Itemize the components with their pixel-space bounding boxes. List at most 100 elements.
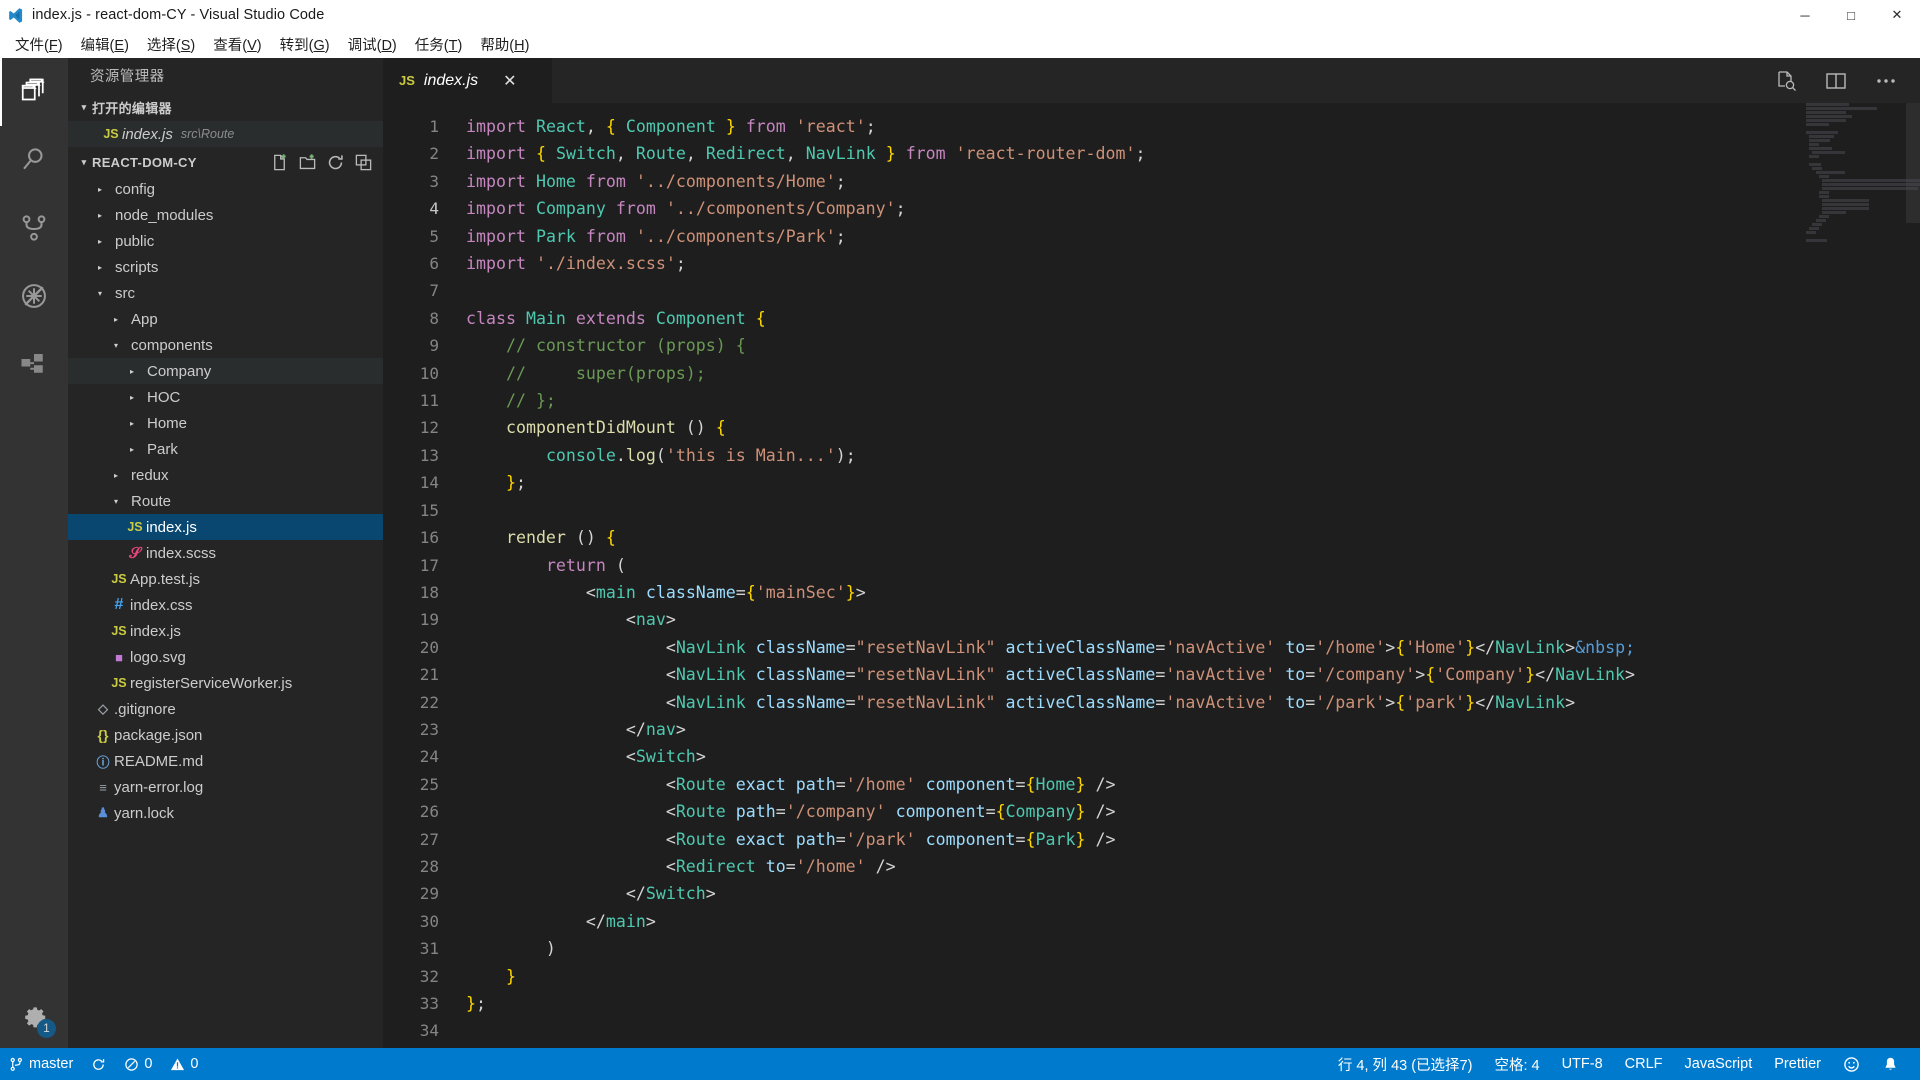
tree-folder-public[interactable]: ▸ public <box>68 228 383 254</box>
tree-folder-route[interactable]: ▾ Route <box>68 488 383 514</box>
tree-file-gitignore[interactable]: ◇ .gitignore <box>68 696 383 722</box>
tree-item-label: index.js <box>130 622 181 640</box>
chevron-down-icon: ▾ <box>81 101 87 112</box>
code-viewport[interactable]: 1 import React, { Component } from 'react… <box>383 103 1920 1048</box>
status-branch[interactable]: master <box>0 1048 82 1080</box>
menu-selection[interactable]: 选择(S) <box>138 31 204 58</box>
title-bar: index.js - react-dom-CY - Visual Studio … <box>0 0 1920 30</box>
status-indentation[interactable]: 空格: 4 <box>1483 1048 1550 1080</box>
editor-actions <box>1774 58 1920 103</box>
tree-file-yarn-lock[interactable]: ♟ yarn.lock <box>68 800 383 826</box>
minimap-line <box>1809 135 1835 138</box>
collapse-all-icon[interactable] <box>354 153 373 172</box>
tree-file-app-test-js[interactable]: JS App.test.js <box>68 566 383 592</box>
tree-folder-src[interactable]: ▾ src <box>68 280 383 306</box>
minimap-line <box>1809 227 1820 230</box>
close-icon[interactable]: ✕ <box>503 71 516 91</box>
close-button[interactable]: ✕ <box>1874 0 1920 30</box>
activitybar-extensions[interactable] <box>0 330 68 398</box>
status-warnings[interactable]: 0 <box>161 1048 207 1080</box>
tree-folder-app[interactable]: ▸ App <box>68 306 383 332</box>
tree-file-logo-svg[interactable]: ■ logo.svg <box>68 644 383 670</box>
minimap-line <box>1815 171 1845 174</box>
tree-item-label: index.css <box>130 596 193 614</box>
minimize-button[interactable]: ─ <box>1782 0 1828 30</box>
minimap-line <box>1806 107 1878 110</box>
minimap-line <box>1822 211 1847 214</box>
tree-file-index-js[interactable]: JS index.js <box>68 514 383 540</box>
menu-help[interactable]: 帮助(H) <box>471 31 538 58</box>
tree-file-index-js[interactable]: JS index.js <box>68 618 383 644</box>
md-file-icon: ⓘ <box>96 754 110 770</box>
tree-file-index-scss[interactable]: 𝒮index.scss <box>68 540 383 566</box>
tree-file-yarn-error-log[interactable]: ≡ yarn-error.log <box>68 774 383 800</box>
tree-folder-node-modules[interactable]: ▸ node_modules <box>68 202 383 228</box>
menu-file[interactable]: 文件(F) <box>6 31 72 58</box>
js-file-icon: JS <box>111 572 127 586</box>
minimap-line <box>1806 119 1846 122</box>
project-header[interactable]: ▾ REACT-DOM-CY <box>68 148 383 176</box>
tab-label: index.js <box>423 71 479 89</box>
tree-folder-home[interactable]: ▸ Home <box>68 410 383 436</box>
status-eol[interactable]: CRLF <box>1614 1048 1674 1080</box>
split-editor-preview-icon[interactable] <box>1774 69 1798 93</box>
status-language-mode[interactable]: JavaScript <box>1674 1048 1764 1080</box>
tree-folder-company[interactable]: ▸ Company <box>68 358 383 384</box>
settings-badge: 1 <box>37 1019 56 1038</box>
tree-item-label: config <box>115 180 156 198</box>
tree-item-label: src <box>115 284 135 302</box>
more-actions-icon[interactable] <box>1874 76 1898 86</box>
tree-folder-hoc[interactable]: ▸ HOC <box>68 384 383 410</box>
tree-folder-park[interactable]: ▸ Park <box>68 436 383 462</box>
tree-item-label: yarn-error.log <box>114 778 204 796</box>
open-editors-header[interactable]: ▾ 打开的编辑器 <box>68 93 383 121</box>
activitybar-source-control[interactable] <box>0 194 68 262</box>
activitybar-debug[interactable] <box>0 262 68 330</box>
new-folder-icon[interactable] <box>298 153 317 172</box>
minimap-line <box>1806 115 1853 118</box>
tree-item-label: Route <box>131 492 172 510</box>
chevron-down-icon: ▾ <box>113 340 118 350</box>
open-editor-item[interactable]: JS index.js src\Route <box>68 121 383 147</box>
status-feedback-icon[interactable] <box>1832 1048 1871 1080</box>
minimap-line <box>1818 175 1829 178</box>
menu-view[interactable]: 查看(V) <box>204 31 270 58</box>
tree-folder-redux[interactable]: ▸ redux <box>68 462 383 488</box>
status-cursor-position[interactable]: 行 4, 列 43 (已选择7) <box>1327 1048 1484 1080</box>
tree-item-label: Company <box>147 362 212 380</box>
tab-index-js[interactable]: JS index.js ✕ <box>383 58 553 103</box>
tree-item-label: registerServiceWorker.js <box>130 674 293 692</box>
chevron-right-icon: ▸ <box>129 444 134 454</box>
status-encoding[interactable]: UTF-8 <box>1551 1048 1614 1080</box>
tree-file-index-css[interactable]: # index.css <box>68 592 383 618</box>
tree-folder-components[interactable]: ▾ components <box>68 332 383 358</box>
minimap[interactable] <box>1800 103 1920 1048</box>
chevron-right-icon: ▸ <box>97 262 102 272</box>
vscode-logo-icon <box>6 6 24 24</box>
menu-goto[interactable]: 转到(G) <box>271 31 339 58</box>
activitybar-search[interactable] <box>0 126 68 194</box>
tree-file-package-json[interactable]: {} package.json <box>68 722 383 748</box>
code-content[interactable]: 1 import React, { Component } from 'react… <box>383 113 1920 1048</box>
new-file-icon[interactable] <box>270 153 289 172</box>
tree-file-registerserviceworker-js[interactable]: JS registerServiceWorker.js <box>68 670 383 696</box>
refresh-icon[interactable] <box>326 153 345 172</box>
minimap-line <box>1822 187 1918 190</box>
tree-folder-scripts[interactable]: ▸ scripts <box>68 254 383 280</box>
menu-edit[interactable]: 编辑(E) <box>72 31 138 58</box>
status-prettier[interactable]: Prettier <box>1763 1048 1832 1080</box>
maximize-button[interactable]: □ <box>1828 0 1874 30</box>
menu-tasks[interactable]: 任务(T) <box>406 31 472 58</box>
tree-folder-config[interactable]: ▸ config <box>68 176 383 202</box>
status-errors[interactable]: 0 <box>115 1048 161 1080</box>
tree-file-readme-md[interactable]: ⓘ README.md <box>68 748 383 774</box>
scrollbar-thumb[interactable] <box>1906 103 1920 223</box>
split-editor-icon[interactable] <box>1824 69 1848 93</box>
status-notifications-icon[interactable] <box>1871 1048 1910 1080</box>
activitybar-explorer[interactable] <box>0 58 68 126</box>
minimap-line <box>1812 151 1845 154</box>
activitybar-settings[interactable]: 1 <box>0 980 68 1048</box>
menu-debug[interactable]: 调试(D) <box>339 31 406 58</box>
status-sync[interactable] <box>82 1048 115 1080</box>
status-errors-count: 0 <box>144 1056 153 1072</box>
